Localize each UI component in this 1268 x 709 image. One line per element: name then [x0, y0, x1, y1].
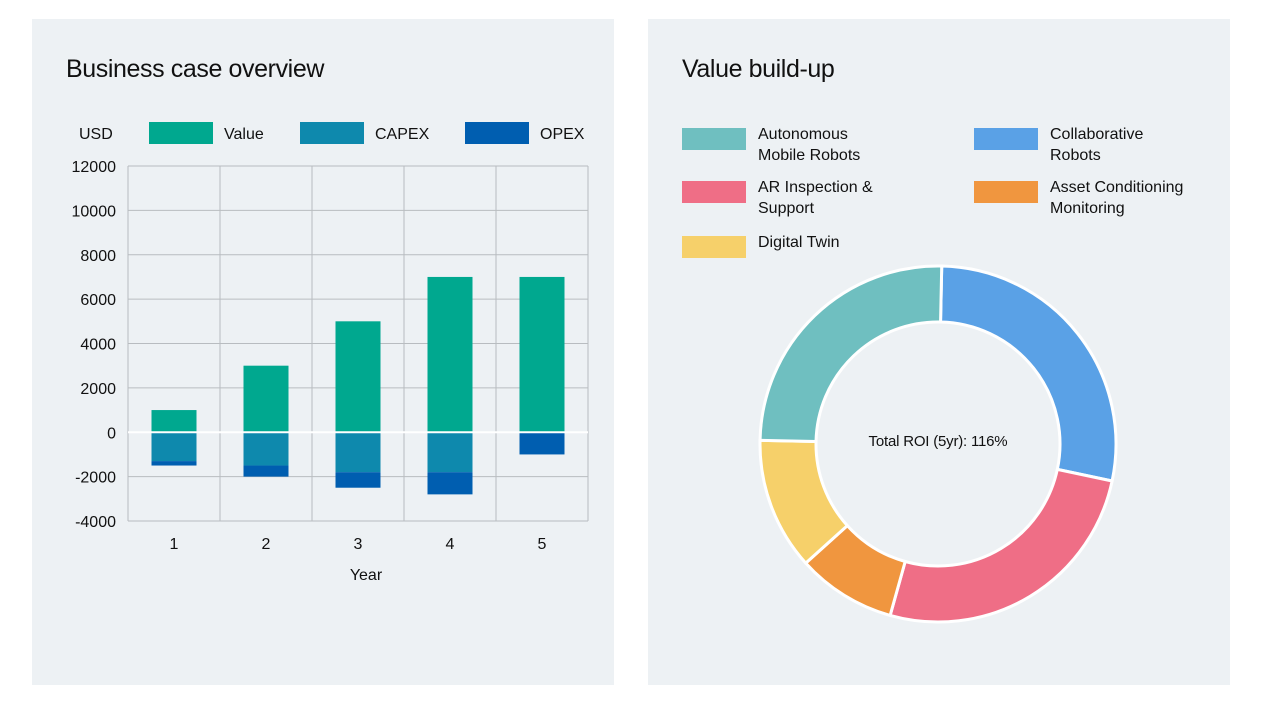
y-tick-label: 6000 [80, 292, 116, 309]
legend-label-value: Value [224, 126, 264, 143]
y-tick-label: -2000 [75, 470, 116, 487]
x-tick-label: 1 [170, 536, 179, 553]
bar-value-year-5 [519, 276, 565, 433]
y-tick-label: 12000 [72, 159, 117, 176]
bar-opex-year-3 [335, 472, 381, 488]
bar-opex-year-2 [243, 465, 289, 477]
y-tick-label: -4000 [75, 514, 116, 531]
bar-opex-year-1 [151, 461, 197, 466]
y-tick-label: 10000 [72, 203, 117, 220]
bar-capex-year-4 [427, 432, 473, 473]
x-tick-label: 3 [354, 536, 363, 553]
x-tick-label: 2 [262, 536, 271, 553]
value-buildup-panel: Value build-up Autonomous Mobile Robots C… [648, 19, 1230, 685]
y-tick-label: 8000 [80, 248, 116, 265]
bar-opex-year-4 [427, 472, 473, 495]
y-tick-label: 2000 [80, 381, 116, 398]
legend-swatch-value [149, 122, 213, 144]
y-tick-label: 4000 [80, 337, 116, 354]
business-case-bar-chart: USD Value CAPEX OPEX12000100008000600040002… [72, 122, 589, 584]
y-axis-unit-label: USD [79, 126, 113, 143]
bar-capex-year-1 [151, 432, 197, 462]
bar-value-year-2 [243, 365, 289, 433]
legend-label-capex: CAPEX [375, 126, 430, 143]
value-buildup-donut-chart [758, 264, 1118, 624]
bar-capex-year-3 [335, 432, 381, 473]
bar-capex-year-2 [243, 432, 289, 466]
x-tick-label: 4 [446, 536, 455, 553]
bar-opex-year-5 [519, 432, 565, 455]
bar-value-year-3 [335, 321, 381, 433]
bar-value-year-4 [427, 276, 473, 433]
y-tick-label: 0 [107, 425, 116, 442]
legend-swatch-opex [465, 122, 529, 144]
x-tick-label: 5 [538, 536, 547, 553]
donut-slice-autonomous-mobile-robots [758, 264, 944, 443]
legend-label-opex: OPEX [540, 126, 585, 143]
donut-center-label: Total ROI (5yr): 116% [868, 433, 1008, 450]
legend-swatch-capex [300, 122, 364, 144]
bar-value-year-1 [151, 410, 197, 433]
x-axis-title: Year [350, 567, 383, 584]
donut-slice-ar-inspection-support [888, 467, 1114, 624]
business-case-panel: Business case overview USD Value CAPEX OPEX… [32, 19, 614, 685]
